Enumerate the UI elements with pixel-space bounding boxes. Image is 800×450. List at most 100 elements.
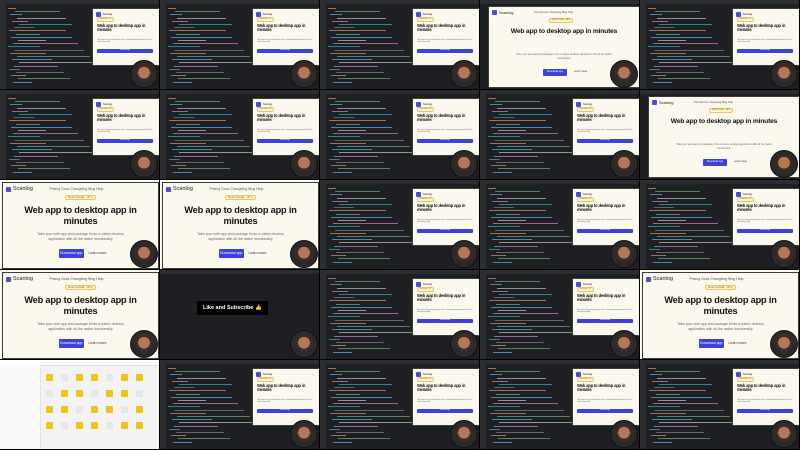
video-thumbnail[interactable]: Scanlog Now in beta · v0.1 Web app to desk… xyxy=(480,90,640,180)
code-line xyxy=(656,72,704,73)
video-thumbnail[interactable]: Scanlog Now in beta · v0.1 Web app to desk… xyxy=(0,0,160,90)
video-thumbnail[interactable]: Scanlog Now in beta · v0.1 Web app to desk… xyxy=(480,270,640,360)
icon-cell[interactable] xyxy=(46,374,53,381)
download-button[interactable]: Download app xyxy=(257,409,313,414)
video-thumbnail[interactable]: Like and Subscribe 👍 xyxy=(160,270,320,360)
icon-cell[interactable] xyxy=(121,406,128,413)
download-button[interactable]: Download app xyxy=(577,319,633,324)
download-button[interactable]: Download app xyxy=(417,229,473,234)
download-button[interactable]: Download app xyxy=(577,229,633,234)
download-button[interactable]: Download app xyxy=(257,49,313,54)
video-thumbnail[interactable]: Scanlog Now in beta · v0.1 Web app to desk… xyxy=(160,0,320,90)
video-thumbnail[interactable] xyxy=(0,360,160,450)
video-thumbnail[interactable]: Scanlog Now in beta · v0.1 Web app to desk… xyxy=(320,90,480,180)
download-button[interactable]: Download app xyxy=(577,409,633,414)
icon-cell[interactable] xyxy=(91,406,98,413)
learn-more-button[interactable]: Learn more xyxy=(570,69,591,75)
download-button[interactable]: Download app xyxy=(97,139,153,144)
code-line xyxy=(169,30,226,32)
icon-cell[interactable] xyxy=(136,406,143,413)
code-area xyxy=(488,188,577,265)
download-button[interactable]: Download app xyxy=(543,69,567,76)
icon-cell[interactable] xyxy=(136,374,143,381)
video-thumbnail[interactable]: Scanlog Pricing Docs Changelog Blog Help N… xyxy=(640,90,800,180)
download-button[interactable]: Download app xyxy=(417,409,473,414)
presenter-avatar xyxy=(770,420,798,448)
download-button[interactable]: Download app xyxy=(58,339,84,349)
icon-cell[interactable] xyxy=(76,422,83,429)
code-line xyxy=(653,441,672,443)
learn-more-button[interactable]: Learn more xyxy=(87,249,109,258)
icon-cell[interactable] xyxy=(46,390,53,397)
video-thumbnail[interactable]: Scanlog Pricing Docs Changelog Blog Help N… xyxy=(0,270,160,360)
icon-cell[interactable] xyxy=(136,390,143,397)
video-thumbnail[interactable]: Scanlog Pricing Docs Changelog Blog Help N… xyxy=(160,180,320,270)
download-button[interactable]: Download app xyxy=(257,139,313,144)
video-thumbnail[interactable]: Scanlog Now in beta · v0.1 Web app to desk… xyxy=(160,360,320,450)
download-button[interactable]: Download app xyxy=(417,139,473,144)
download-button[interactable]: Download app xyxy=(703,159,727,166)
code-line xyxy=(659,422,736,424)
icon-cell[interactable] xyxy=(61,406,68,413)
hero-subtitle: Take your web app and package it into a … xyxy=(197,232,284,241)
code-line xyxy=(653,403,718,405)
download-button[interactable]: Download app xyxy=(737,409,793,414)
download-button[interactable]: Download app xyxy=(737,49,793,54)
editor-toolbar xyxy=(640,180,799,184)
learn-more-button[interactable]: Learn more xyxy=(727,339,749,348)
video-thumbnail[interactable]: Scanlog Now in beta · v0.1 Web app to desk… xyxy=(320,270,480,360)
code-area xyxy=(168,98,257,175)
video-thumbnail[interactable]: Scanlog Now in beta · v0.1 Web app to desk… xyxy=(480,360,640,450)
icon-cell[interactable] xyxy=(121,390,128,397)
icon-cell[interactable] xyxy=(61,374,68,381)
video-thumbnail[interactable]: Scanlog Now in beta · v0.1 Web app to desk… xyxy=(640,180,800,270)
video-thumbnail[interactable]: Scanlog Now in beta · v0.1 Web app to desk… xyxy=(640,0,800,90)
download-button[interactable]: Download app xyxy=(698,339,724,349)
icon-cell[interactable] xyxy=(61,422,68,429)
code-line xyxy=(334,207,354,209)
download-button[interactable]: Download app xyxy=(58,249,84,259)
icon-cell[interactable] xyxy=(91,374,98,381)
icon-cell[interactable] xyxy=(76,406,83,413)
download-button[interactable]: Download app xyxy=(97,49,153,54)
download-button[interactable]: Download app xyxy=(218,249,244,259)
video-thumbnail[interactable]: Scanlog Pricing Docs Changelog Blog Help N… xyxy=(0,180,160,270)
code-line xyxy=(652,239,692,241)
download-button[interactable]: Download app xyxy=(417,49,473,54)
code-area xyxy=(328,8,417,85)
icon-cell[interactable] xyxy=(136,422,143,429)
icon-cell[interactable] xyxy=(91,422,98,429)
icon-cell[interactable] xyxy=(121,374,128,381)
video-thumbnail[interactable]: Scanlog Now in beta · v0.1 Web app to desk… xyxy=(320,360,480,450)
video-thumbnail[interactable]: Scanlog Now in beta · v0.1 Web app to desk… xyxy=(320,180,480,270)
download-button[interactable]: Download app xyxy=(577,139,633,144)
download-button[interactable]: Download app xyxy=(417,319,473,324)
video-thumbnail[interactable]: Scanlog Pricing Docs Changelog Blog Help N… xyxy=(480,0,640,90)
video-thumbnail[interactable]: Scanlog Now in beta · v0.1 Web app to desk… xyxy=(320,0,480,90)
icon-cell[interactable] xyxy=(91,390,98,397)
learn-more-button[interactable]: Learn more xyxy=(87,339,109,348)
icon-cell[interactable] xyxy=(106,374,113,381)
icon-cell[interactable] xyxy=(46,406,53,413)
video-thumbnail[interactable]: Scanlog Pricing Docs Changelog Blog Help N… xyxy=(640,270,800,360)
icon-cell[interactable] xyxy=(76,374,83,381)
icon-cell[interactable] xyxy=(76,390,83,397)
code-line xyxy=(339,422,416,424)
code-line xyxy=(657,236,730,237)
video-thumbnail[interactable]: Scanlog Now in beta · v0.1 Web app to desk… xyxy=(480,180,640,270)
learn-more-button[interactable]: Learn more xyxy=(247,249,269,258)
video-thumbnail[interactable]: Scanlog Now in beta · v0.1 Web app to desk… xyxy=(640,360,800,450)
code-line xyxy=(169,68,180,70)
icon-cell[interactable] xyxy=(106,390,113,397)
code-line xyxy=(179,152,256,154)
announcement-pill: Now in beta · v0.1 xyxy=(417,196,435,202)
video-thumbnail[interactable]: Scanlog Now in beta · v0.1 Web app to desk… xyxy=(0,90,160,180)
icon-cell[interactable] xyxy=(46,422,53,429)
icon-cell[interactable] xyxy=(106,406,113,413)
icon-cell[interactable] xyxy=(61,390,68,397)
download-button[interactable]: Download app xyxy=(737,229,793,234)
video-thumbnail[interactable]: Scanlog Now in beta · v0.1 Web app to desk… xyxy=(160,90,320,180)
icon-cell[interactable] xyxy=(121,422,128,429)
icon-cell[interactable] xyxy=(106,422,113,429)
learn-more-button[interactable]: Learn more xyxy=(730,159,751,165)
